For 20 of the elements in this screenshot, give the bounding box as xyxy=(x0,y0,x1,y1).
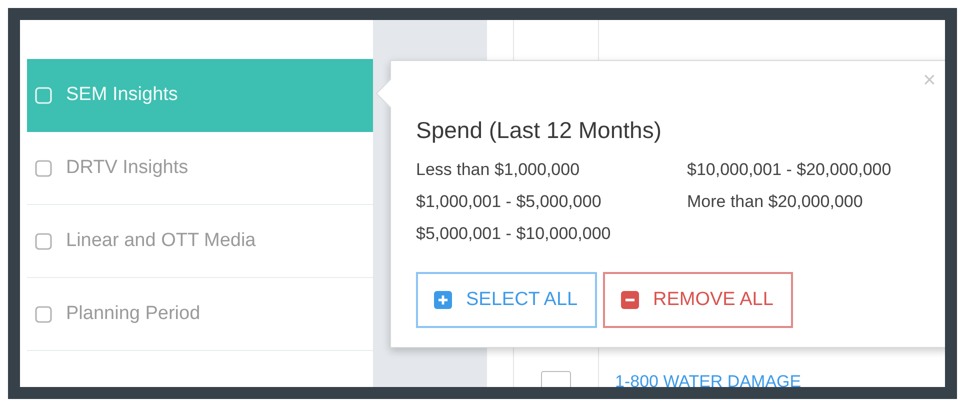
spend-option[interactable]: More than $20,000,000 xyxy=(687,192,863,224)
close-button[interactable]: × xyxy=(923,67,936,93)
checkbox[interactable] xyxy=(35,232,52,250)
spend-option[interactable]: $10,000,001 - $20,000,000 xyxy=(687,160,892,192)
popover-title: Spend (Last 12 Months) xyxy=(416,117,662,144)
row-link[interactable]: 1-800 WATER DAMAGE xyxy=(615,373,802,387)
spend-option[interactable]: $1,000,001 - $5,000,000 xyxy=(416,192,602,224)
select-all-button[interactable]: SELECT ALL xyxy=(416,272,597,328)
minus-square-icon xyxy=(621,291,639,309)
filter-item[interactable]: SEM Insights xyxy=(27,59,373,132)
remove-all-button[interactable]: REMOVE ALL xyxy=(603,272,793,328)
checkbox[interactable] xyxy=(35,306,52,322)
filter-label: SEM Insights xyxy=(66,84,178,106)
filter-label: Linear and OTT Media xyxy=(66,230,256,252)
spend-option[interactable]: Less than $1,000,000 xyxy=(416,160,580,192)
filter-label: Planning Period xyxy=(66,303,200,325)
plus-square-icon xyxy=(434,291,452,309)
checkbox[interactable] xyxy=(35,160,52,176)
spend-option[interactable]: $5,000,001 - $10,000,000 xyxy=(416,224,611,256)
filter-label: DRTV Insights xyxy=(66,157,188,179)
